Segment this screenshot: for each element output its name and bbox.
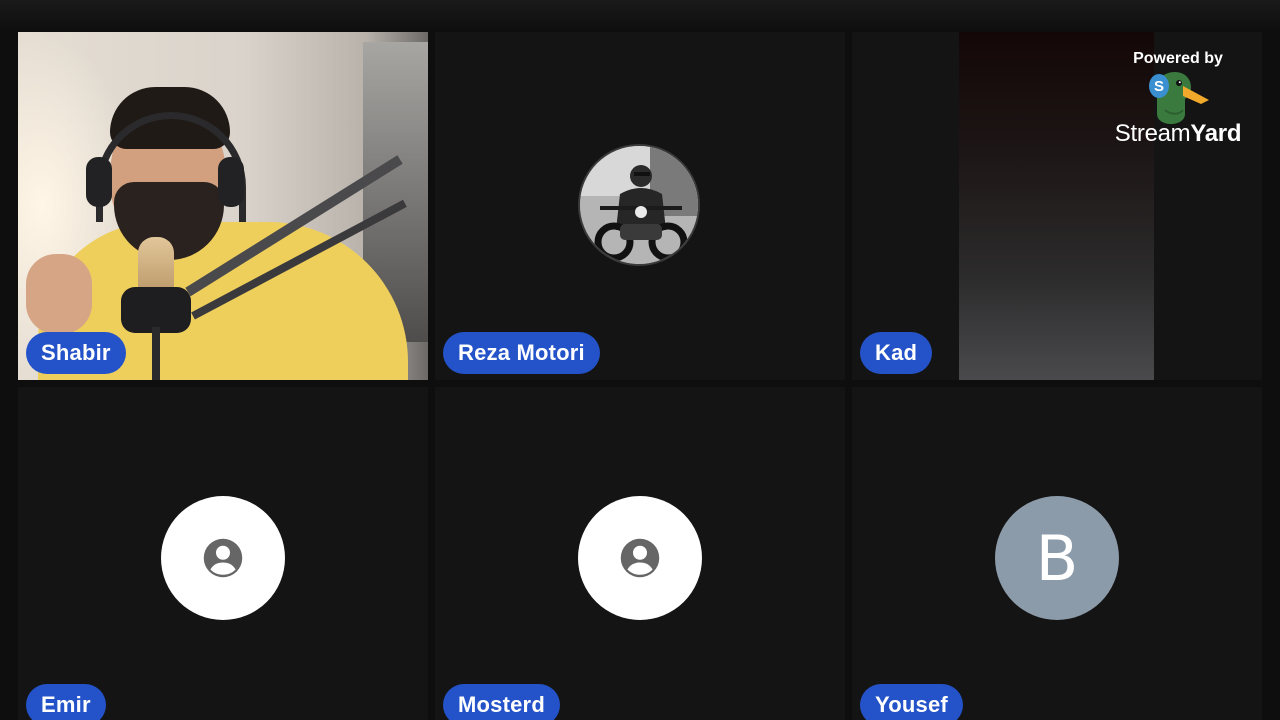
participant-name-tag: Reza Motori bbox=[443, 332, 600, 374]
streamyard-wordmark: StreamYard bbox=[1114, 120, 1242, 147]
participant-name-tag: Mosterd bbox=[443, 684, 560, 720]
participant-tile-mosterd[interactable]: Mosterd bbox=[435, 387, 845, 720]
motorcycle-photo-avatar bbox=[578, 144, 700, 266]
video-feed bbox=[18, 32, 428, 380]
participant-tile-yousef[interactable]: B Yousef bbox=[852, 387, 1262, 720]
motorcycle-photo-icon bbox=[580, 146, 698, 264]
participant-name-tag: Emir bbox=[26, 684, 106, 720]
streamyard-duck-logo-icon: S bbox=[1149, 72, 1209, 124]
participant-name-tag: Shabir bbox=[26, 332, 126, 374]
powered-by-label: Powered by bbox=[1133, 50, 1223, 67]
svg-text:S: S bbox=[1154, 78, 1164, 95]
user-icon bbox=[620, 538, 660, 578]
streamyard-stage: Shabir Reza Motori Kad Emir Mosterd B Yo… bbox=[0, 0, 1280, 720]
user-icon bbox=[203, 538, 243, 578]
letter-avatar: B bbox=[995, 496, 1119, 620]
participant-name-tag: Kad bbox=[860, 332, 933, 374]
participant-name-tag: Yousef bbox=[860, 684, 963, 720]
participant-tile-emir[interactable]: Emir bbox=[18, 387, 428, 720]
avatar-placeholder bbox=[161, 496, 285, 620]
participant-tile-shabir[interactable]: Shabir bbox=[18, 32, 428, 380]
streamyard-branding: Powered by S StreamYard bbox=[1108, 50, 1248, 148]
avatar-placeholder bbox=[578, 496, 702, 620]
participant-tile-reza-motori[interactable]: Reza Motori bbox=[435, 32, 845, 380]
